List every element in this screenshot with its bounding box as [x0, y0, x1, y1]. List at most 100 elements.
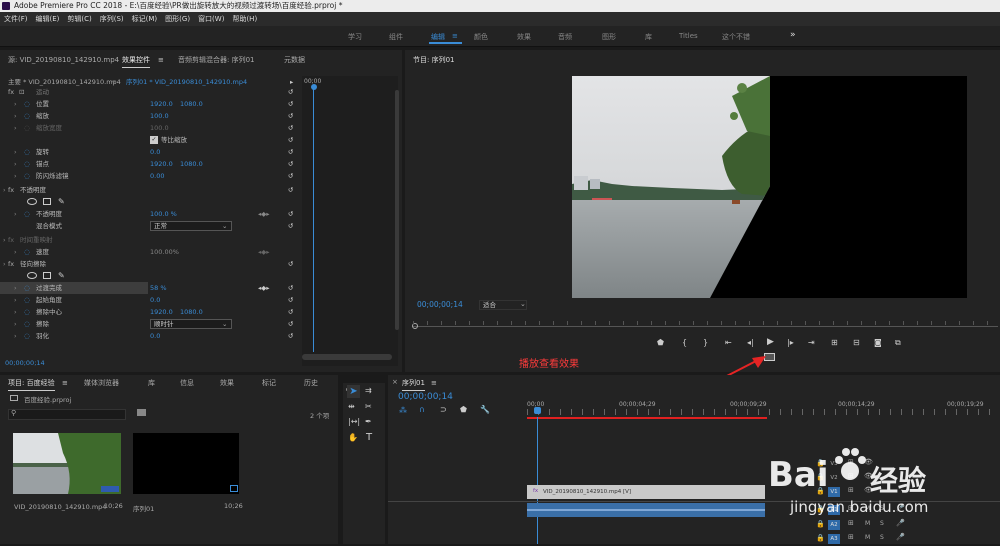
ellipse-mask-icon[interactable]	[27, 198, 37, 205]
new-bin-icon[interactable]	[137, 409, 146, 416]
slip-tool-icon[interactable]: |↔|	[348, 417, 360, 426]
mic-icon[interactable]: 🎤	[896, 533, 905, 541]
menu-window[interactable]: 窗口(W)	[198, 14, 224, 24]
expand-arrow-icon[interactable]: ›	[14, 110, 17, 122]
prop-value[interactable]: 0.0	[150, 146, 160, 158]
effects-timecode[interactable]: 00;00;00;14	[5, 359, 45, 367]
menu-help[interactable]: 帮助(H)	[232, 14, 257, 24]
reset-icon[interactable]: ↺	[288, 258, 293, 270]
expand-arrow-icon[interactable]: ›	[14, 282, 17, 294]
track-select-icon[interactable]: ⇉	[365, 386, 372, 395]
sync-lock-icon[interactable]: ⊞	[848, 519, 854, 527]
ws-color[interactable]: 颜色	[474, 32, 488, 42]
ripple-edit-icon[interactable]: ⇹	[348, 402, 355, 411]
ellipse-mask-icon[interactable]	[27, 272, 37, 279]
reset-icon[interactable]: ↺	[288, 220, 293, 232]
mute-button[interactable]: M	[865, 520, 870, 527]
stopwatch-icon[interactable]: ◌	[24, 170, 30, 182]
reset-icon[interactable]: ↺	[288, 184, 293, 196]
reset-icon[interactable]: ↺	[288, 306, 293, 318]
tab-project[interactable]: 项目: 百度经验	[8, 375, 55, 391]
opacity-section[interactable]: › fx 不透明度 ↺	[0, 184, 300, 196]
mute-button[interactable]: M	[865, 534, 870, 541]
stopwatch-icon[interactable]: ◌	[24, 318, 30, 330]
uniform-scale-checkbox[interactable]: ✓	[150, 136, 158, 144]
hand-tool-icon[interactable]: ✋	[348, 433, 358, 442]
expand-arrow-icon[interactable]: ›	[14, 98, 17, 110]
audio-clip[interactable]	[527, 503, 765, 517]
keyframe-nav-icon[interactable]: ◂◆▸	[258, 208, 270, 220]
lock-icon[interactable]: 🔒	[816, 534, 825, 542]
prop-value[interactable]: 0.0	[150, 294, 160, 306]
prop-value[interactable]: 0.0	[150, 330, 160, 342]
tab-source[interactable]: 源: VID_20190810_142910.mp4	[8, 52, 119, 68]
pen-tool-icon[interactable]: ✒	[365, 417, 372, 426]
prop-anti-flicker[interactable]: › ◌ 防闪烁滤镜 0.00 ↺	[0, 170, 300, 182]
expand-arrow-icon[interactable]: ›	[14, 158, 17, 170]
play-icon[interactable]: ▶	[767, 337, 774, 347]
prop-value[interactable]: 0.00	[150, 170, 164, 182]
razor-tool-icon[interactable]: ✂	[365, 402, 372, 411]
ws-effects[interactable]: 效果	[517, 32, 531, 42]
ws-assembly[interactable]: 组件	[389, 32, 403, 42]
mark-in-icon[interactable]: {	[682, 338, 687, 347]
prop-wipe[interactable]: › ◌ 擦除 顺时针 ⌄ ↺	[0, 318, 300, 330]
step-forward-icon[interactable]: |▸	[787, 338, 794, 347]
track-label[interactable]: A2	[828, 520, 840, 530]
prop-rotation[interactable]: › ◌ 旋转 0.0 ↺	[0, 146, 300, 158]
expand-arrow-icon[interactable]: ›	[14, 330, 17, 342]
pen-mask-icon[interactable]: ✎	[58, 270, 65, 282]
stopwatch-icon[interactable]: ◌	[24, 306, 30, 318]
tab-effects[interactable]: 效果	[220, 375, 234, 391]
program-timecode[interactable]: 00;00;00;14	[417, 300, 463, 309]
extract-icon[interactable]: ⊟	[853, 338, 860, 347]
expand-arrow-icon[interactable]: ›	[14, 306, 17, 318]
menu-graphics[interactable]: 图形(G)	[165, 14, 190, 24]
tab-menu-icon[interactable]: ≡	[62, 375, 68, 391]
rect-mask-icon[interactable]	[43, 198, 51, 205]
prop-value-x[interactable]: 1920.0	[150, 98, 173, 110]
mini-scrollbar[interactable]	[302, 354, 392, 360]
reset-icon[interactable]: ↺	[288, 170, 293, 182]
tab-markers[interactable]: 标记	[262, 375, 276, 391]
tab-sequence[interactable]: 序列01	[402, 375, 425, 391]
ws-learn[interactable]: 学习	[348, 32, 362, 42]
export-frame-icon[interactable]: ◙	[874, 338, 882, 347]
prop-uniform-scale[interactable]: ✓ 等比缩放 ↺	[0, 134, 300, 146]
sync-lock-icon[interactable]: ⊞	[848, 486, 854, 494]
type-tool-icon[interactable]: T	[366, 432, 372, 443]
reset-icon[interactable]: ↺	[288, 318, 293, 330]
timeline-ruler[interactable]: 00;00 00;00;04;29 00;00;09;29 00;00;14;2…	[527, 397, 1000, 419]
project-thumbnail-sequence[interactable]	[133, 433, 239, 494]
wipe-direction-select[interactable]: 顺时针	[150, 319, 232, 329]
ws-graphics[interactable]: 图形	[602, 32, 616, 42]
radial-wipe-section[interactable]: › fx 径向擦除 ↺	[0, 258, 300, 270]
reset-icon[interactable]: ↺	[288, 294, 293, 306]
tab-menu-icon[interactable]: ≡	[431, 375, 437, 391]
playhead-handle[interactable]	[534, 407, 541, 414]
lift-icon[interactable]: ⊞	[831, 338, 838, 347]
tab-libraries[interactable]: 库	[148, 375, 155, 391]
program-monitor-title[interactable]: 节目: 序列01	[413, 52, 455, 68]
tab-audio-mixer[interactable]: 音频剪辑混合器: 序列01	[178, 52, 255, 68]
stopwatch-icon[interactable]: ◌	[24, 246, 30, 258]
video-clip[interactable]: VID_20190810_142910.mp4 [V]	[527, 485, 765, 499]
reset-icon[interactable]: ↺	[288, 86, 293, 98]
prop-blend-mode[interactable]: 混合模式 正常 ⌄ ↺	[0, 220, 300, 232]
linked-selection-icon[interactable]: ⊃	[440, 405, 447, 414]
mini-playhead-handle[interactable]	[311, 84, 317, 90]
ws-titles[interactable]: Titles	[679, 32, 698, 40]
menu-sequence[interactable]: 序列(S)	[100, 14, 124, 24]
menu-marker[interactable]: 标记(M)	[132, 14, 158, 24]
stopwatch-icon[interactable]: ◌	[24, 110, 30, 122]
prop-feather[interactable]: › ◌ 羽化 0.0 ↺	[0, 330, 300, 342]
prop-wipe-center[interactable]: › ◌ 擦除中心 1920.0 1080.0 ↺	[0, 306, 300, 318]
rect-mask-icon[interactable]	[43, 272, 51, 279]
step-back-icon[interactable]: ◂|	[747, 338, 754, 347]
menu-edit[interactable]: 编辑(E)	[36, 14, 60, 24]
tab-menu-icon[interactable]: ≡	[158, 52, 164, 68]
reset-icon[interactable]: ↺	[288, 146, 293, 158]
expand-arrow-icon[interactable]: ›	[14, 246, 17, 258]
prop-value-x[interactable]: 1920.0	[150, 306, 173, 318]
reset-icon[interactable]: ↺	[288, 98, 293, 110]
